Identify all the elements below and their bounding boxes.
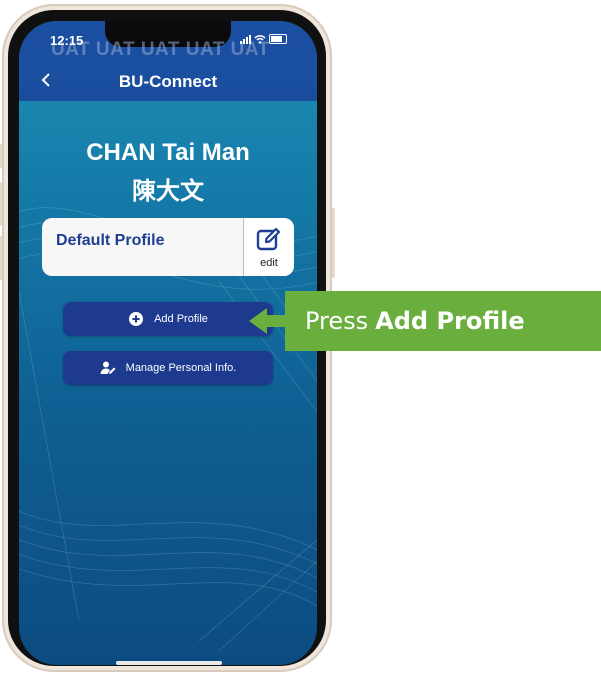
manage-personal-info-label: Manage Personal Info. xyxy=(125,362,237,374)
uat-watermark: UAT UAT UAT UAT UAT xyxy=(51,39,270,60)
side-button xyxy=(0,144,2,168)
side-button xyxy=(0,182,2,226)
status-time: 12:15 xyxy=(50,33,84,48)
side-button xyxy=(332,208,335,278)
phone-frame: UAT UAT UAT UAT UAT 12:15 BU-Connect CHA… xyxy=(0,4,335,672)
manage-personal-info-button[interactable]: Manage Personal Info. xyxy=(63,351,273,385)
user-edit-icon xyxy=(100,361,116,374)
home-indicator[interactable] xyxy=(116,661,222,665)
edit-profile-button[interactable]: edit xyxy=(243,218,294,276)
page-title: BU-Connect xyxy=(118,72,218,91)
app-screen: UAT UAT UAT UAT UAT 12:15 BU-Connect CHA… xyxy=(19,21,317,665)
profile-name: Default Profile xyxy=(56,232,165,249)
add-profile-button[interactable]: Add Profile xyxy=(63,302,273,336)
side-button xyxy=(0,236,2,280)
callout-arrow-icon xyxy=(249,308,267,334)
app-header: UAT UAT UAT UAT UAT 12:15 BU-Connect xyxy=(19,21,317,101)
edit-label: edit xyxy=(260,257,278,269)
pencil-square-icon xyxy=(256,227,281,251)
background-wave-pattern xyxy=(19,207,317,652)
callout-bold-text: Add Profile xyxy=(375,307,525,335)
battery-icon xyxy=(269,34,287,44)
instruction-callout: Press Add Profile xyxy=(285,291,601,351)
callout-arrow-shaft xyxy=(266,315,286,327)
user-name-english: CHAN Tai Man xyxy=(86,139,250,166)
add-profile-label: Add Profile xyxy=(154,313,208,325)
signal-icon xyxy=(240,34,251,44)
wifi-icon xyxy=(254,35,266,44)
status-icons xyxy=(240,34,287,44)
plus-circle-icon xyxy=(129,312,144,326)
user-name-chinese: 陳大文 xyxy=(132,177,204,205)
callout-prefix: Press xyxy=(305,307,369,335)
default-profile-card[interactable]: Default Profile edit xyxy=(42,218,294,276)
